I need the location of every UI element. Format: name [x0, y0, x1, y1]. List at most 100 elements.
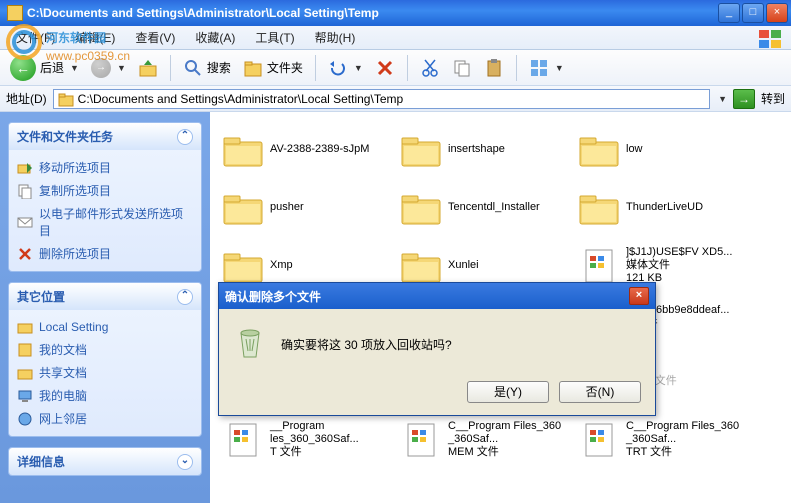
network-icon [17, 411, 33, 427]
file-label: AV-2388-2389-sJpM [270, 143, 388, 156]
file-item[interactable]: pusher [220, 180, 390, 234]
sidebar: 文件和文件夹任务 ⌃ 移动所选项目 复制所选项目 以电子邮件形式发送所选项目 删… [0, 112, 210, 503]
tasks-title: 文件和文件夹任务 [17, 128, 113, 145]
documents-icon [17, 342, 33, 358]
chevron-down-icon: ▼ [117, 63, 126, 73]
maximize-button[interactable]: □ [742, 3, 764, 23]
place-shared-documents[interactable]: 共享文档 [17, 361, 193, 384]
forward-icon: → [91, 58, 111, 78]
collapse-icon: ⌃ [177, 129, 193, 145]
computer-icon [17, 388, 33, 404]
chevron-down-icon[interactable]: ▼ [718, 94, 727, 104]
folder-icon [7, 5, 23, 21]
search-icon [183, 58, 203, 78]
minimize-button[interactable]: _ [718, 3, 740, 23]
file-label: __Programles_360_360Saf...T 文件 [270, 420, 388, 459]
menu-file[interactable]: 文件(F) [8, 27, 63, 48]
address-label: 地址(D) [6, 90, 47, 107]
menu-edit[interactable]: 编辑(E) [67, 27, 123, 48]
close-button[interactable]: × [766, 3, 788, 23]
recycle-bin-icon [233, 327, 267, 361]
delete-button[interactable] [371, 54, 399, 82]
back-label: 后退 [40, 59, 64, 76]
menu-favorites[interactable]: 收藏(A) [187, 27, 243, 48]
window-title: C:\Documents and Settings\Administrator\… [27, 6, 718, 20]
task-delete[interactable]: 删除所选项目 [17, 242, 193, 265]
file-item[interactable]: ThunderLiveUD [576, 180, 746, 234]
file-item[interactable]: C__Program Files_360_360Saf...MEM 文件 [398, 412, 568, 466]
delete-icon [17, 246, 33, 262]
confirm-delete-dialog: 确认删除多个文件 × 确实要将这 30 项放入回收站吗? 是(Y) 否(N) [218, 282, 656, 416]
place-local-setting[interactable]: Local Setting [17, 316, 193, 338]
menu-view[interactable]: 查看(V) [127, 27, 183, 48]
tasks-panel-header[interactable]: 文件和文件夹任务 ⌃ [9, 123, 201, 150]
file-item[interactable]: C__Program Files_360_360Saf...TRT 文件 [576, 412, 746, 466]
email-icon [17, 214, 33, 230]
paste-button[interactable] [480, 54, 508, 82]
windows-logo-icon [757, 28, 787, 48]
copy-icon [17, 183, 33, 199]
task-move[interactable]: 移动所选项目 [17, 156, 193, 179]
file-label: pusher [270, 201, 388, 214]
folders-label: 文件夹 [267, 59, 303, 76]
details-panel: 详细信息 ⌄ [8, 447, 202, 476]
menu-bar: 文件(F) 编辑(E) 查看(V) 收藏(A) 工具(T) 帮助(H) [0, 26, 791, 50]
places-panel: 其它位置 ⌃ Local Setting 我的文档 共享文档 我的电脑 网上邻居 [8, 282, 202, 437]
views-icon [529, 58, 549, 78]
collapse-icon: ⌃ [177, 289, 193, 305]
task-copy[interactable]: 复制所选项目 [17, 179, 193, 202]
chevron-down-icon: ▼ [70, 63, 79, 73]
file-item[interactable]: low [576, 122, 746, 176]
up-button[interactable] [134, 54, 162, 82]
address-path: C:\Documents and Settings\Administrator\… [78, 92, 404, 106]
search-button[interactable]: 搜索 [179, 54, 235, 82]
file-item[interactable]: insertshape [398, 122, 568, 176]
go-button[interactable]: → [733, 89, 755, 109]
chevron-down-icon: ▼ [354, 63, 363, 73]
paste-icon [484, 58, 504, 78]
place-my-computer[interactable]: 我的电脑 [17, 384, 193, 407]
forward-button[interactable]: → ▼ [87, 54, 130, 82]
file-item[interactable]: __Programles_360_360Saf...T 文件 [220, 412, 390, 466]
yes-button[interactable]: 是(Y) [467, 381, 549, 403]
separator [170, 55, 171, 81]
dialog-close-button[interactable]: × [629, 287, 649, 305]
file-label: low [626, 143, 744, 156]
folders-button[interactable]: 文件夹 [239, 54, 307, 82]
file-label: Xmp [270, 259, 388, 272]
file-item[interactable]: AV-2388-2389-sJpM [220, 122, 390, 176]
chevron-down-icon: ▼ [555, 63, 564, 73]
file-label: C__Program Files_360_360Saf...TRT 文件 [626, 420, 744, 459]
menu-tools[interactable]: 工具(T) [247, 27, 302, 48]
place-my-documents[interactable]: 我的文档 [17, 338, 193, 361]
views-button[interactable]: ▼ [525, 54, 568, 82]
menu-help[interactable]: 帮助(H) [307, 27, 364, 48]
no-button[interactable]: 否(N) [559, 381, 641, 403]
go-label: 转到 [761, 90, 785, 107]
tasks-panel: 文件和文件夹任务 ⌃ 移动所选项目 复制所选项目 以电子邮件形式发送所选项目 删… [8, 122, 202, 272]
search-label: 搜索 [207, 59, 231, 76]
cut-icon [420, 58, 440, 78]
shared-icon [17, 365, 33, 381]
place-network[interactable]: 网上邻居 [17, 407, 193, 430]
folders-icon [243, 58, 263, 78]
details-panel-header[interactable]: 详细信息 ⌄ [9, 448, 201, 475]
window-titlebar: C:\Documents and Settings\Administrator\… [0, 0, 791, 26]
move-icon [17, 160, 33, 176]
back-button[interactable]: ← 后退 ▼ [6, 54, 83, 82]
undo-button[interactable]: ▼ [324, 54, 367, 82]
address-input[interactable]: C:\Documents and Settings\Administrator\… [53, 89, 710, 109]
file-label: ThunderLiveUD [626, 201, 744, 214]
separator [516, 55, 517, 81]
cut-button[interactable] [416, 54, 444, 82]
copy-button[interactable] [448, 54, 476, 82]
task-email[interactable]: 以电子邮件形式发送所选项目 [17, 202, 193, 242]
copy-icon [452, 58, 472, 78]
file-item[interactable]: Tencentdl_Installer [398, 180, 568, 234]
folder-icon [17, 319, 33, 335]
dialog-title: 确认删除多个文件 [225, 288, 321, 305]
folder-icon [58, 91, 74, 107]
dialog-message: 确实要将这 30 项放入回收站吗? [281, 336, 452, 353]
dialog-titlebar[interactable]: 确认删除多个文件 × [219, 283, 655, 309]
places-panel-header[interactable]: 其它位置 ⌃ [9, 283, 201, 310]
